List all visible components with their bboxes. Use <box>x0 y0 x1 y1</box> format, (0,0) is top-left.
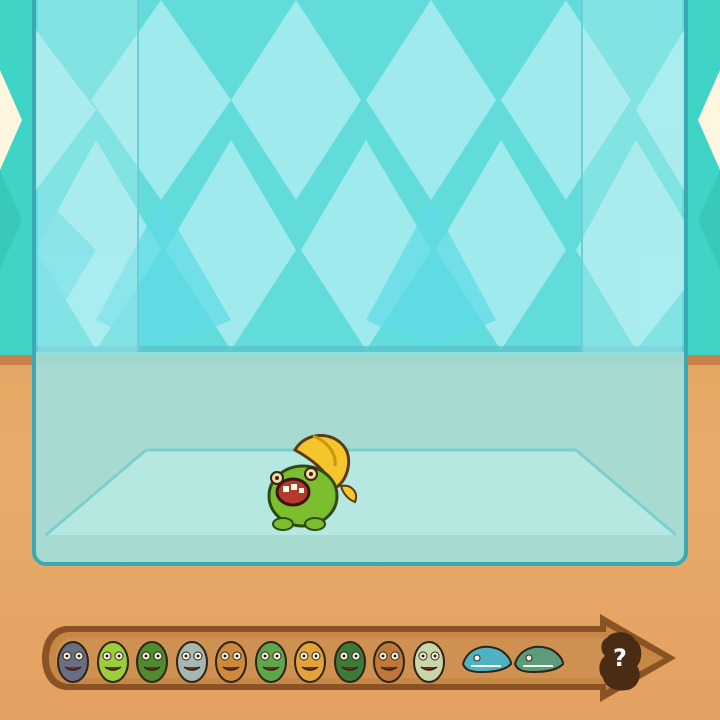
jar-monster-icon[interactable] <box>173 636 211 686</box>
dark-green-ogre-icon[interactable] <box>331 636 369 686</box>
orange-box-monster-icon[interactable] <box>212 636 250 686</box>
brown-furry-monster-icon[interactable] <box>370 636 408 686</box>
banana-monster-icon[interactable] <box>94 636 132 686</box>
ballerina-zombie-icon[interactable] <box>410 636 448 686</box>
orange-ball-monster-icon[interactable] <box>291 636 329 686</box>
crocodile-plane-icon[interactable] <box>513 636 565 686</box>
locked-question-mark: ? <box>613 644 627 672</box>
green-hairy-monster-icon[interactable] <box>252 636 290 686</box>
mystery-silhouette-icon[interactable]: ? <box>597 630 643 692</box>
game-scene: ? <box>0 0 720 720</box>
grey-robot-monster-icon[interactable] <box>54 636 92 686</box>
banana-monster-icon[interactable] <box>255 430 365 540</box>
shark-monster-icon[interactable] <box>461 636 513 686</box>
green-frog-tire-icon[interactable] <box>133 636 171 686</box>
collection-progress-track: ? <box>40 612 680 704</box>
